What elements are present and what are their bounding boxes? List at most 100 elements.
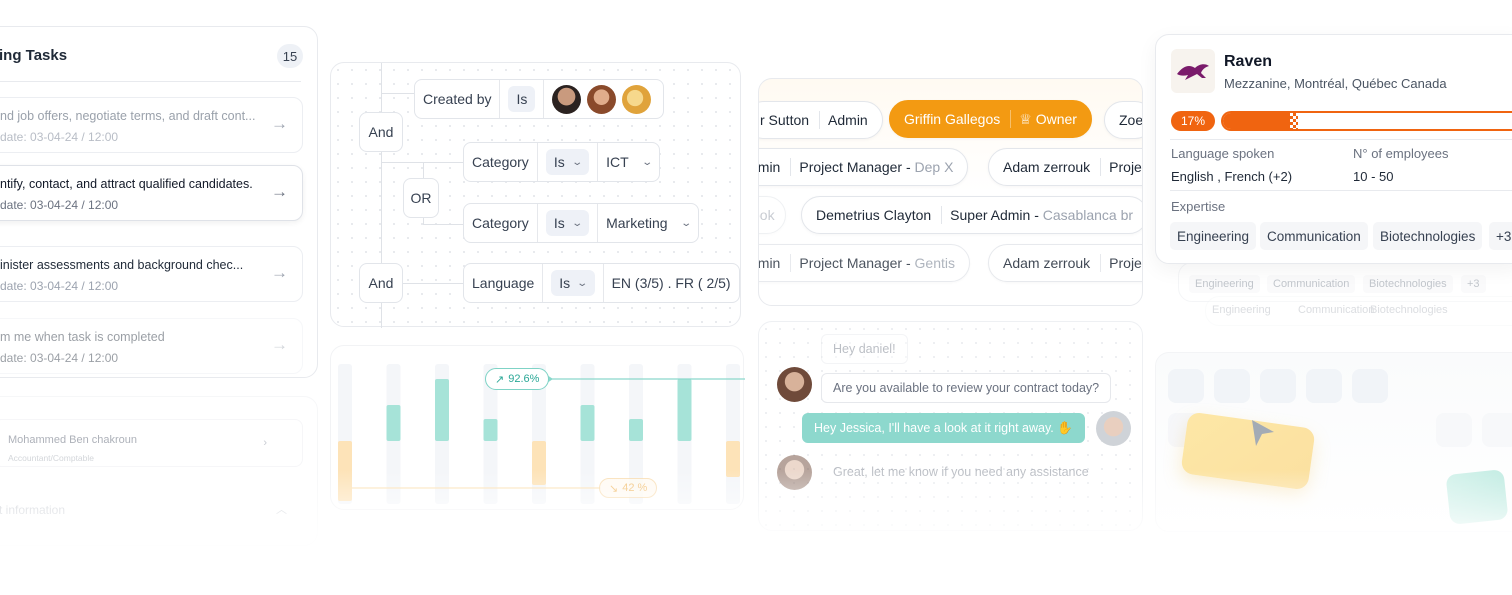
expertise-more-tag[interactable]: +3	[1489, 222, 1512, 250]
tile	[1214, 369, 1250, 403]
bar-down	[338, 441, 352, 501]
message-text: Hey Jessica, I'll have a look at it righ…	[814, 421, 1054, 435]
avatar[interactable]	[622, 84, 652, 114]
showcase-canvas: ing Tasks 15 nd job offers, negotiate te…	[0, 0, 1512, 595]
arrow-right-icon[interactable]: →	[271, 335, 288, 355]
member-chip[interactable]: r Sutton Admin	[759, 101, 883, 139]
tag: Communication	[1267, 275, 1356, 293]
operator-select[interactable]: Is ⌄	[538, 143, 599, 181]
tile	[1306, 369, 1342, 403]
company-address: Mezzanine, Montréal, Québec Canada	[1224, 76, 1447, 91]
chevron-right-icon[interactable]: ›	[263, 437, 267, 449]
arrow-down-right-icon: ↘	[609, 482, 619, 495]
role-dept: Casablanca br	[1042, 207, 1134, 223]
connector-line	[401, 283, 463, 284]
field-label[interactable]: Created by	[415, 80, 501, 118]
member-chip[interactable]: Demetrius Clayton Super Admin - Casablan…	[801, 196, 1142, 234]
connector-line	[381, 162, 463, 163]
member-role: Admin	[819, 111, 882, 129]
filter-builder: And OR And Created by Is Category Is ⌄ IC…	[330, 62, 741, 328]
pending-tasks-card: ing Tasks 15 nd job offers, negotiate te…	[0, 26, 318, 378]
expertise-tag: Engineering	[1170, 222, 1257, 250]
chevron-down-icon: ⌄	[576, 277, 589, 289]
value-select[interactable]: Marketing ⌄	[598, 204, 698, 242]
operator-select[interactable]: Is ⌄	[538, 204, 599, 242]
role-text: Project Manager -	[799, 159, 915, 175]
avatar[interactable]	[552, 84, 582, 114]
bar-up	[677, 379, 692, 441]
task-due-date: date: 03-04-24 / 12:00	[0, 198, 119, 212]
member-chip[interactable]: ook	[759, 196, 786, 234]
tasks-count-badge: 15	[277, 44, 303, 68]
task-title: ntify, contact, and attract qualified ca…	[0, 177, 253, 191]
tile	[1352, 369, 1388, 403]
operator-select[interactable]: Is	[500, 80, 545, 118]
member-chip[interactable]: Adam zerrouk Projec	[988, 244, 1142, 282]
operator-value: Is	[553, 154, 565, 170]
value-text[interactable]: EN (3/5) . FR ( 2/5)	[604, 264, 739, 302]
field-label[interactable]: Category	[464, 143, 538, 181]
field-label[interactable]: Language	[464, 264, 544, 302]
bar-up	[629, 419, 643, 441]
avatar-group[interactable]	[544, 80, 663, 118]
company-name: Raven	[1224, 53, 1273, 70]
tasks-title: ing Tasks	[0, 47, 68, 64]
expertise-label: Expertise	[1171, 199, 1226, 214]
divider	[1170, 139, 1512, 140]
and-operator[interactable]: And	[359, 112, 403, 152]
member-name: Adam zerrouk	[1003, 255, 1091, 271]
connector-line	[423, 224, 463, 225]
role-text: Super Admin -	[950, 207, 1043, 223]
operator-value[interactable]: Is	[508, 86, 536, 112]
or-operator[interactable]: OR	[403, 178, 439, 218]
chat-message: Hey daniel!	[821, 334, 908, 364]
arrow-right-icon[interactable]: →	[271, 182, 288, 202]
member-role: Super Admin - Casablanca br	[941, 206, 1142, 224]
member-name: Zoe	[1119, 112, 1143, 128]
wave-icon: ✋	[1057, 420, 1073, 435]
arrow-right-icon[interactable]: →	[271, 114, 288, 134]
progress-fill	[1223, 113, 1290, 129]
member-name: amin	[758, 255, 781, 271]
role-dept: Dep X	[914, 159, 954, 175]
task-item[interactable]: ntify, contact, and attract qualified ca…	[0, 165, 303, 221]
task-item[interactable]: m me when task is completed date: 03-04-…	[0, 318, 303, 374]
member-chip[interactable]: amin Project Manager - Dep X	[758, 148, 969, 186]
role-text: Owner	[1035, 111, 1077, 127]
divider	[1170, 190, 1512, 191]
bar-up	[386, 405, 401, 441]
member-name: amin	[758, 159, 781, 175]
chevron-down-icon: ⌄	[571, 156, 583, 168]
member-chip-owner[interactable]: Griffin Gallegos ♕ Owner	[889, 100, 1092, 138]
bar-up	[483, 419, 498, 441]
task-title: nd job offers, negotiate terms, and draf…	[0, 109, 256, 123]
chevron-up-icon[interactable]: ︿	[276, 501, 287, 517]
tag: Engineering	[1189, 275, 1260, 293]
member-chip[interactable]: amin Project Manager - Gentis	[758, 244, 970, 282]
chat-message-own: Hey Jessica, I'll have a look at it righ…	[802, 413, 1085, 443]
member-name: Demetrius Clayton	[816, 207, 932, 223]
avatar	[777, 367, 812, 402]
task-item[interactable]: inister assessments and background chec.…	[0, 246, 303, 302]
field-label[interactable]: Category	[464, 204, 538, 242]
operator-select[interactable]: Is ⌄	[543, 264, 604, 302]
progress-edge	[1290, 113, 1298, 129]
tile	[1436, 413, 1472, 447]
value-select[interactable]: ICT ⌄	[598, 143, 659, 181]
member-chip[interactable]: Adam zerrouk Projec	[988, 148, 1142, 186]
award-icon: ♕	[1019, 111, 1032, 127]
contact-row[interactable]: Mohammed Ben chakroun Accountant/Comptab…	[0, 419, 303, 467]
bar-up	[435, 379, 449, 441]
task-item[interactable]: nd job offers, negotiate terms, and draf…	[0, 97, 303, 153]
member-name: r Sutton	[760, 112, 810, 128]
task-due-date: date: 03-04-24 / 12:00	[0, 279, 119, 293]
avatar[interactable]	[587, 84, 617, 114]
member-role: Projec	[1100, 254, 1142, 272]
role-dept: Gentis	[914, 255, 955, 271]
arrow-right-icon[interactable]: →	[271, 263, 288, 283]
and-operator[interactable]: And	[359, 263, 403, 303]
member-chip[interactable]: Zoe	[1104, 101, 1143, 139]
contact-role: Accountant/Comptable	[8, 453, 94, 463]
members-card: r Sutton Admin Griffin Gallegos ♕ Owner …	[758, 78, 1143, 306]
member-name: Griffin Gallegos	[904, 111, 1001, 127]
